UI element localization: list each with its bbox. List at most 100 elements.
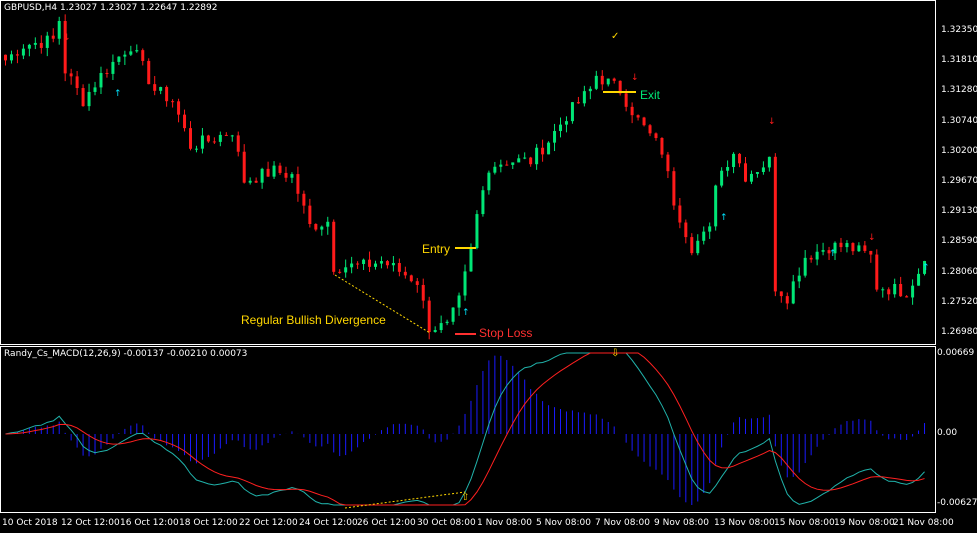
candle-body [564,121,568,125]
candle-body [284,172,288,178]
buy-arrow-icon: ↑ [720,213,728,223]
candle-body [809,257,813,260]
candle-body [499,164,503,167]
chart-canvas[interactable]: ✓ ⇩ ⇧ ↓ ↑ ↑ ↓ ↓ ↑ ↑ ↓ ↑ [0,0,977,533]
candle-body [738,153,742,164]
candle-body [797,275,801,282]
candle-body [911,285,915,298]
candle-body [606,78,610,85]
time-tick-label: 12 Oct 12:00 [61,518,120,528]
candle-body [445,321,449,324]
candle-body [141,50,145,61]
candle-body [111,61,115,74]
candle-body [224,134,228,136]
candle-body [51,35,55,39]
candle-body [744,163,747,182]
candle-body [720,170,724,186]
candle-body [218,134,222,142]
candle-body [648,125,652,134]
candle-body [415,281,419,285]
buy-arrow-icon: ↑ [922,263,930,273]
price-tick-label: 1.31280 [941,85,977,96]
candle-body [368,259,372,267]
candle-body [326,221,330,227]
candle-body [547,142,551,155]
divergence-label: Regular Bullish Divergence [241,313,386,327]
price-tick-label: 1.29670 [941,176,977,186]
candle-body [600,75,604,85]
price-tick-label: 1.26980 [941,327,977,337]
candle-body [391,263,395,266]
price-tick-label: 1.27520 [941,296,977,307]
candle-body [767,156,771,168]
candle-body [732,153,736,168]
candle-body [690,237,694,254]
candle-body [45,35,49,48]
candles [4,14,927,340]
candle-body [594,75,598,89]
indicator-tick-label: 0.00 [937,428,958,438]
candle-body [200,135,204,149]
candle-body [678,205,682,223]
candle-body [457,295,461,308]
candle-body [451,307,455,322]
candle-body [439,323,443,331]
candle-body [773,156,777,292]
time-tick-label: 9 Nov 08:00 [654,518,709,528]
candle-body [81,88,85,107]
indicator-tick-label: 0.00669 [937,348,975,358]
candle-body [260,168,264,183]
candle-body [397,263,401,272]
entry-label: Entry [422,242,451,256]
divergence-macd-line [344,491,466,509]
candle-body [194,148,198,150]
candle-body [15,54,19,56]
candle-body [105,73,109,75]
price-tick-label: 1.28590 [941,236,977,247]
candle-body [636,115,640,118]
candle-body [385,261,389,266]
candle-body [493,166,497,173]
candle-body [463,271,467,296]
candle-body [570,102,574,122]
candle-body [421,284,425,301]
candle-body [296,174,300,194]
price-tick-label: 1.32350 [941,25,977,35]
candle-body [588,88,592,92]
candle-body [696,240,700,254]
indicator-frame [0,346,936,513]
time-tick-label: 24 Oct 12:00 [299,518,358,528]
buy-arrow-icon: ↑ [462,308,470,318]
buy-arrow-icon: ↑ [829,249,837,259]
candle-body [469,247,473,272]
candle-body [684,222,688,238]
time-tick-label: 10 Oct 2018 [2,518,58,528]
candle-body [755,172,759,174]
candle-body [379,261,383,264]
candle-body [899,284,903,297]
candle-body [535,147,539,165]
candle-body [475,214,479,248]
macd-panel [5,352,926,506]
candle-body [409,275,413,282]
candle-body [893,284,897,295]
indicator-header: Randy_Cs_MACD(12,26,9) -0.00137 -0.00210… [4,349,248,359]
time-tick-label: 30 Oct 08:00 [417,518,476,528]
sell-arrow-icon: ↓ [868,233,876,243]
candle-body [248,180,252,183]
time-tick-label: 13 Nov 08:00 [714,518,775,528]
time-tick-label: 16 Oct 12:00 [120,518,179,528]
candle-body [362,259,366,265]
candle-body [212,141,216,143]
candle-body [242,151,246,183]
time-tick-label: 22 Oct 12:00 [239,518,298,528]
time-tick-label: 5 Nov 08:00 [536,518,591,528]
candle-body [917,273,921,286]
candle-body [857,245,861,252]
candle-body [529,157,533,165]
price-tick-label: 1.29130 [941,206,977,217]
candle-body [779,291,783,297]
candle-body [4,54,7,61]
candle-body [338,271,342,273]
candle-body [236,135,240,152]
